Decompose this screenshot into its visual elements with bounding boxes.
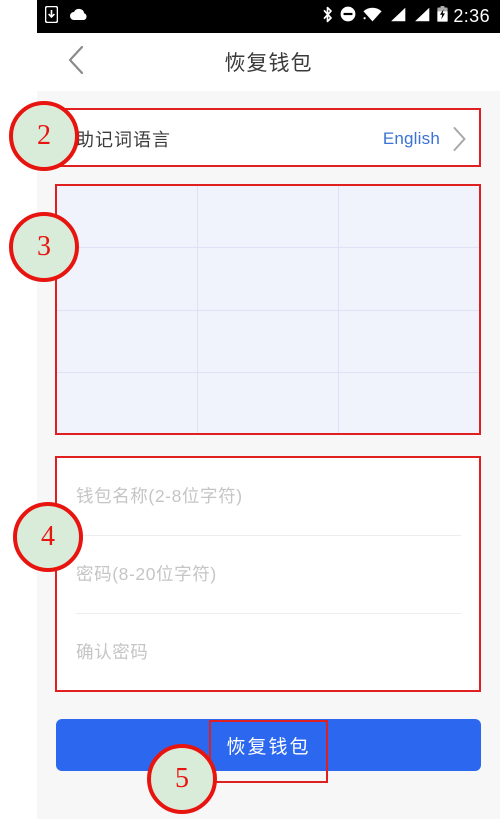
back-button[interactable] bbox=[53, 33, 99, 91]
mnemonic-cell[interactable] bbox=[339, 186, 481, 249]
mnemonic-cell[interactable] bbox=[339, 373, 481, 435]
mnemonic-cell[interactable] bbox=[56, 186, 198, 249]
chevron-right-icon bbox=[452, 126, 467, 152]
mnemonic-cell[interactable] bbox=[197, 248, 340, 311]
app-title-bar: 恢复钱包 bbox=[37, 33, 500, 91]
mnemonic-language-value: English bbox=[382, 128, 440, 148]
wallet-form bbox=[56, 458, 481, 692]
status-bar-right-icons bbox=[322, 6, 448, 28]
password-field-row[interactable] bbox=[76, 536, 461, 614]
screenshot-root: 2:36 恢复钱包 助记词语言 English 钱包名称(2-8位字符) 密码(… bbox=[0, 0, 500, 819]
mnemonic-cell[interactable] bbox=[56, 310, 198, 373]
mnemonic-cell[interactable] bbox=[198, 372, 340, 435]
bluetooth-icon bbox=[322, 6, 333, 28]
status-bar-clock: 2:36 bbox=[453, 6, 490, 26]
android-status-bar: 2:36 bbox=[37, 0, 500, 33]
mnemonic-cell[interactable] bbox=[197, 310, 340, 373]
mnemonic-word-grid[interactable] bbox=[56, 186, 481, 435]
restore-wallet-button[interactable]: 恢复钱包 bbox=[56, 719, 481, 771]
status-bar-left-icons bbox=[44, 5, 89, 28]
chevron-left-icon bbox=[67, 45, 85, 80]
mnemonic-language-row[interactable]: 助记词语言 English bbox=[56, 110, 481, 167]
password-input[interactable] bbox=[76, 564, 461, 585]
do-not-disturb-icon bbox=[340, 6, 356, 27]
signal-sim1-icon bbox=[389, 7, 406, 27]
mnemonic-cell[interactable] bbox=[197, 186, 340, 249]
page-title: 恢复钱包 bbox=[224, 52, 313, 75]
confirm-password-input[interactable] bbox=[76, 642, 461, 663]
page-content: 助记词语言 English 钱包名称(2-8位字符) 密码(8-20位字符) 确… bbox=[37, 91, 500, 819]
phone-app-frame: 2:36 恢复钱包 助记词语言 English 钱包名称(2-8位字符) 密码(… bbox=[37, 0, 500, 819]
mnemonic-cell[interactable] bbox=[339, 248, 481, 311]
mnemonic-language-label: 助记词语言 bbox=[76, 129, 171, 150]
wallet-name-input[interactable] bbox=[76, 486, 461, 507]
wallet-name-field-row[interactable] bbox=[76, 458, 461, 536]
battery-charging-icon bbox=[437, 6, 448, 27]
confirm-password-field-row[interactable] bbox=[76, 614, 461, 692]
cloud-icon bbox=[69, 7, 89, 26]
wifi-icon bbox=[363, 7, 382, 27]
mnemonic-cell[interactable] bbox=[56, 372, 198, 435]
sd-card-download-icon bbox=[44, 5, 59, 28]
mnemonic-cell[interactable] bbox=[56, 248, 198, 311]
signal-sim2-icon bbox=[413, 7, 430, 27]
mnemonic-cell[interactable] bbox=[339, 311, 481, 373]
